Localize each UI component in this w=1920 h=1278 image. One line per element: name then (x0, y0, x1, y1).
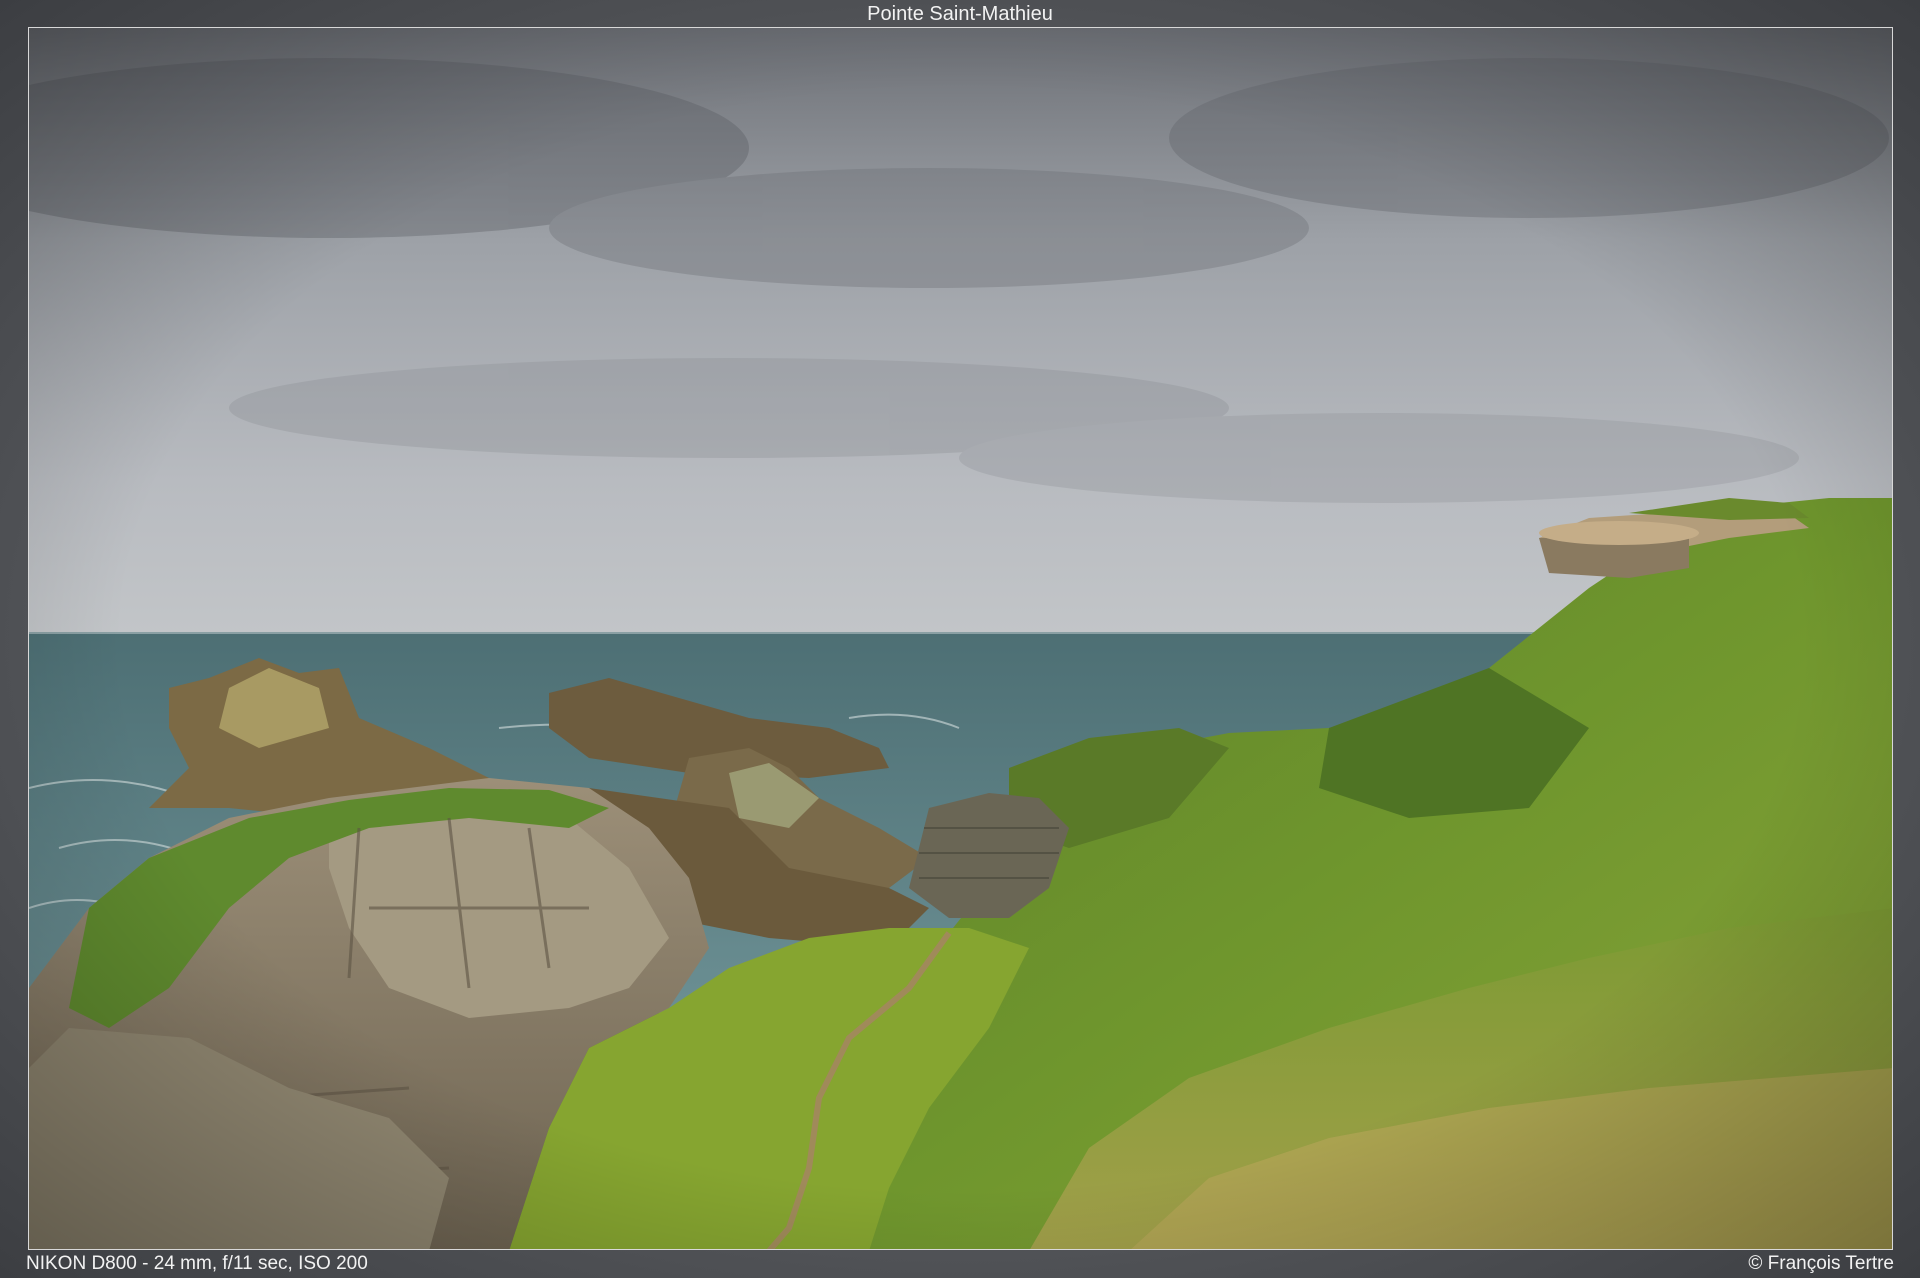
exif-caption: NIKON D800 - 24 mm, f/11 sec, ISO 200 (26, 1253, 368, 1274)
copyright-caption: © François Tertre (1748, 1253, 1894, 1274)
photo-frame: Pointe Saint-Mathieu NIKON D800 - 24 mm,… (0, 0, 1920, 1278)
landscape-illustration (29, 28, 1892, 1249)
landscape-photo (28, 27, 1893, 1250)
photo-title: Pointe Saint-Mathieu (867, 3, 1053, 25)
